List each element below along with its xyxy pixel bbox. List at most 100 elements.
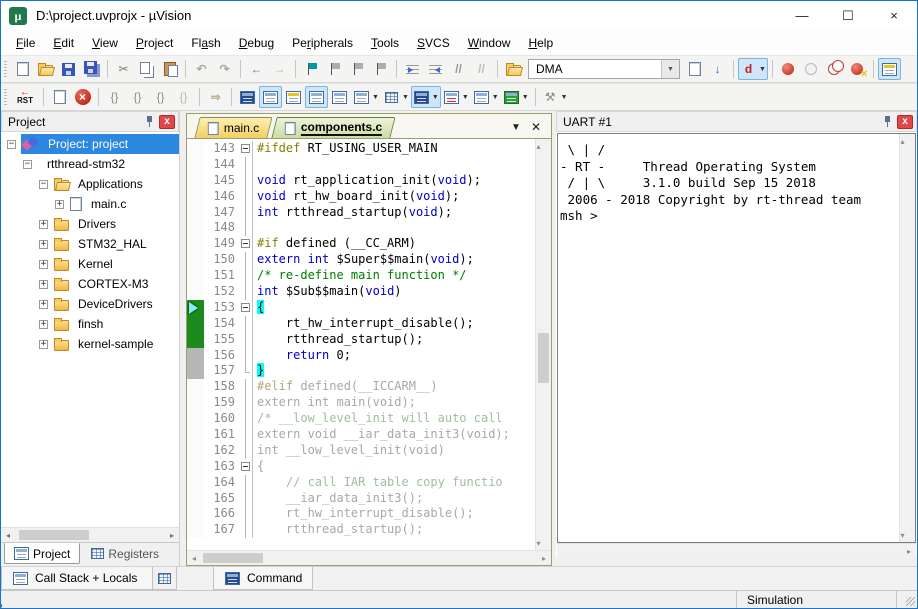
combo-dropdown-icon[interactable]: ▼ — [661, 60, 679, 78]
peripheral-dialog-button[interactable]: ▼ — [501, 86, 531, 108]
command-tab[interactable]: Command — [213, 567, 313, 590]
dropdown-arrow-icon[interactable]: ▼ — [402, 94, 409, 101]
tree-item-drivers[interactable]: +Drivers — [1, 214, 179, 234]
find-combo[interactable]: DMA▼ — [528, 59, 680, 79]
expand-icon[interactable]: + — [39, 220, 48, 229]
code-line-161[interactable]: 161extern void __iar_data_init3(void); — [187, 427, 535, 443]
show-next-statement-button[interactable] — [48, 86, 71, 108]
tree-item-finsh[interactable]: +finsh — [1, 314, 179, 334]
fold-collapse-icon[interactable] — [240, 459, 253, 475]
call-stack-window-button[interactable] — [328, 86, 351, 108]
undo-button[interactable]: ↶ — [190, 58, 213, 80]
code-line-155[interactable]: 155 rtthread_startup(); — [187, 332, 535, 348]
code-line-156[interactable]: 156 return 0; — [187, 348, 535, 364]
dropdown-arrow-icon[interactable]: ▼ — [372, 94, 379, 101]
code-line-163[interactable]: 163{ — [187, 459, 535, 475]
stop-running-button[interactable] — [71, 86, 94, 108]
run-button[interactable]: ⇒ — [204, 86, 227, 108]
code-line-167[interactable]: 167 rtthread_startup(); — [187, 522, 535, 538]
breakpoint-enable-disable-button[interactable] — [800, 58, 823, 80]
editor-vscrollbar[interactable]: ▴ ▾ — [535, 139, 551, 550]
navigate-back-button[interactable]: ← — [245, 58, 268, 80]
tree-item-kernel[interactable]: +Kernel — [1, 254, 179, 274]
scroll-up-icon[interactable]: ▴ — [537, 139, 551, 153]
dropdown-arrow-icon[interactable]: ▼ — [759, 66, 766, 73]
watch-window-button[interactable]: ▼ — [351, 86, 381, 108]
serial-window-button[interactable]: ▼ — [411, 86, 441, 108]
uart-output[interactable]: \ | / - RT - Thread Operating System / |… — [558, 134, 899, 542]
menu-window[interactable]: Window — [459, 32, 520, 54]
scroll-down-icon[interactable]: ▾ — [537, 536, 551, 550]
dropdown-arrow-icon[interactable]: ▼ — [432, 94, 439, 101]
menu-tools[interactable]: Tools — [362, 32, 408, 54]
dropdown-arrow-icon[interactable]: ▼ — [522, 94, 529, 101]
system-viewer-button[interactable]: ▼ — [471, 86, 501, 108]
document-tab-components-c[interactable]: components.c — [272, 117, 397, 138]
close-document-icon[interactable]: ✕ — [531, 120, 541, 134]
code-line-165[interactable]: 165 __iar_data_init3(); — [187, 491, 535, 507]
document-tab-main-c[interactable]: main.c — [194, 117, 273, 138]
menu-edit[interactable]: Edit — [44, 32, 83, 54]
expand-icon[interactable]: + — [39, 300, 48, 309]
uart-hscrollbar[interactable]: ▸ — [557, 543, 916, 558]
registers-window-button[interactable] — [305, 86, 328, 108]
bookmark-clear-all-button[interactable] — [369, 58, 392, 80]
scroll-down-icon[interactable]: ▾ — [901, 528, 915, 542]
resize-grip[interactable] — [896, 591, 917, 608]
bookmark-next-button[interactable] — [346, 58, 369, 80]
command-window-button[interactable] — [236, 86, 259, 108]
uart-vscrollbar[interactable]: ▴ ▾ — [899, 134, 915, 542]
code-line-153[interactable]: 153{ — [187, 300, 535, 316]
scroll-left-icon[interactable]: ◂ — [1, 531, 15, 540]
save-all-button[interactable] — [80, 58, 103, 80]
menu-peripherals[interactable]: Peripherals — [283, 32, 362, 54]
fold-collapse-icon[interactable] — [240, 141, 253, 157]
code-line-147[interactable]: 147int rtthread_startup(void); — [187, 205, 535, 221]
logic-analyzer-button[interactable]: ▼ — [441, 86, 471, 108]
code-line-164[interactable]: 164 // call IAR table copy functio — [187, 475, 535, 491]
scroll-up-icon[interactable]: ▴ — [901, 134, 915, 148]
dropdown-arrow-icon[interactable]: ▼ — [462, 94, 469, 101]
code-line-150[interactable]: 150extern int $Super$$main(void); — [187, 252, 535, 268]
pin-icon[interactable] — [882, 115, 893, 128]
uart-panel-close-button[interactable]: x — [897, 115, 913, 129]
expand-icon[interactable]: + — [55, 200, 64, 209]
redo-button[interactable]: ↷ — [213, 58, 236, 80]
code-line-145[interactable]: 145void rt_application_init(void); — [187, 173, 535, 189]
minimize-button[interactable]: — — [779, 1, 825, 30]
bookmark-toggle-button[interactable] — [300, 58, 323, 80]
navigate-forward-button[interactable]: → — [268, 58, 291, 80]
step-into-button[interactable]: {} — [103, 86, 126, 108]
uncomment-selection-button[interactable]: // — [470, 58, 493, 80]
scroll-thumb[interactable] — [538, 333, 549, 383]
unindent-button[interactable] — [424, 58, 447, 80]
memory-window-button[interactable]: ▼ — [381, 86, 411, 108]
step-out-button[interactable]: {} — [149, 86, 172, 108]
reset-cpu-button[interactable]: ←RST — [11, 86, 39, 108]
code-line-157[interactable]: 157} — [187, 363, 535, 379]
code-line-143[interactable]: 143#ifdef RT_USING_USER_MAIN — [187, 141, 535, 157]
code-line-162[interactable]: 162int __low_level_init(void) — [187, 443, 535, 459]
run-to-cursor-button[interactable]: {} — [172, 86, 195, 108]
call-stack-tab[interactable]: Call Stack + Locals — [1, 567, 153, 590]
code-line-148[interactable]: 148 — [187, 220, 535, 236]
dropdown-arrow-icon[interactable]: ▼ — [492, 94, 499, 101]
menu-svcs[interactable]: SVCS — [408, 32, 459, 54]
fold-collapse-icon[interactable] — [240, 236, 253, 252]
symbol-window-button[interactable] — [282, 86, 305, 108]
scroll-right-icon[interactable]: ▸ — [165, 531, 179, 540]
expand-icon[interactable]: + — [39, 260, 48, 269]
step-over-button[interactable]: {} — [126, 86, 149, 108]
breakpoint-toggle-button[interactable] — [777, 58, 800, 80]
debug-restore-views-button[interactable]: d▼ — [738, 58, 768, 80]
breakpoint-kill-all-button[interactable] — [846, 58, 869, 80]
breakpoint-disable-all-button[interactable] — [823, 58, 846, 80]
expand-icon[interactable]: + — [39, 240, 48, 249]
memory-window-tab[interactable] — [153, 567, 177, 590]
menu-file[interactable]: File — [7, 32, 44, 54]
fold-collapse-icon[interactable] — [240, 300, 253, 316]
collapse-icon[interactable]: − — [7, 140, 16, 149]
tree-item-stm32-hal[interactable]: +STM32_HAL — [1, 234, 179, 254]
menu-project[interactable]: Project — [127, 32, 182, 54]
panel-tab-registers[interactable]: Registers — [81, 543, 169, 564]
